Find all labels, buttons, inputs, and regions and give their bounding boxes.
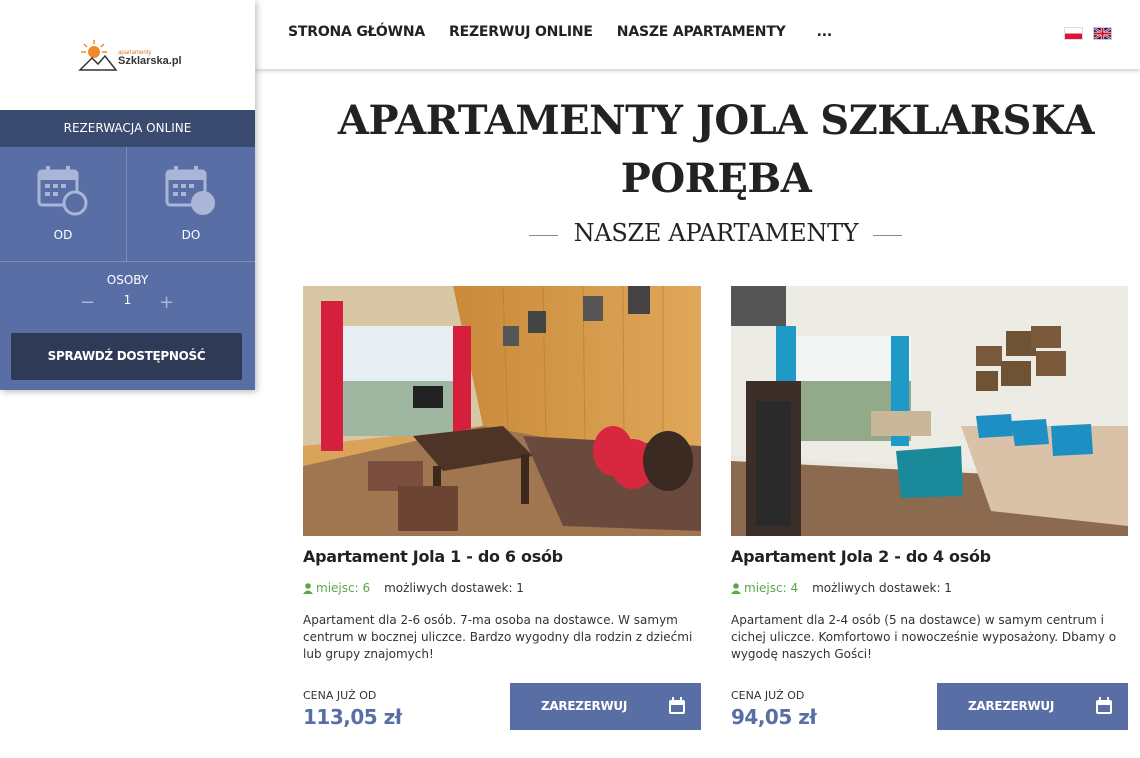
date-to-picker[interactable]: DO: [127, 147, 255, 261]
booking-header: REZERWACJA ONLINE: [0, 110, 255, 147]
reserve-button-label: ZAREZERWUJ: [541, 699, 628, 713]
places-count: miejsc: 4: [744, 581, 799, 595]
apartment-title[interactable]: Apartament Jola 1 - do 6 osób: [303, 547, 563, 566]
reserve-button-label: ZAREZERWUJ: [968, 699, 1055, 713]
calendar-icon: [669, 697, 685, 714]
persons-label: OSOBY: [106, 273, 149, 287]
check-availability-button[interactable]: SPRAWDŹ DOSTĘPNOŚĆ: [11, 333, 242, 380]
places-count: miejsc: 6: [316, 581, 371, 595]
heading-line-right: [873, 235, 902, 236]
extra-beds: możliwych dostawek: 1: [384, 581, 524, 595]
english-flag-icon[interactable]: [1093, 27, 1112, 40]
price-value: 113,05 zł: [303, 705, 402, 729]
date-from-picker[interactable]: OD: [0, 147, 127, 261]
apartment-description: Apartament dla 2-4 osób (5 na dostawce) …: [731, 613, 1117, 661]
reserve-button[interactable]: ZAREZERWUJ: [937, 683, 1128, 730]
divider: [0, 261, 255, 262]
persons-plus-button[interactable]: +: [159, 292, 174, 313]
section-heading: NASZE APARTAMENTY: [300, 219, 1132, 251]
booking-form: OD DO OSOBY − 1 + SPRAWDŹ DOSTĘPNOŚĆ: [0, 147, 255, 390]
apartment-title[interactable]: Apartament Jola 2 - do 4 osób: [731, 547, 991, 566]
language-switcher: [1064, 27, 1112, 40]
living-room-image: [731, 286, 1128, 536]
site-logo[interactable]: apartamenty Szklarska.pl: [78, 38, 182, 72]
living-room-image: [303, 286, 701, 536]
persons-stepper: − 1 +: [0, 292, 255, 313]
nav-home[interactable]: STRONA GŁÓWNA: [288, 24, 425, 40]
extra-beds: możliwych dostawek: 1: [812, 581, 952, 595]
date-to-label: DO: [181, 228, 201, 242]
main-nav: STRONA GŁÓWNA REZERWUJ ONLINE NASZE APAR…: [288, 24, 856, 40]
reserve-button[interactable]: ZAREZERWUJ: [510, 683, 701, 730]
price-label: CENA JUŻ OD: [731, 689, 805, 702]
sun-mountain-logo-icon: [78, 40, 118, 71]
apartment-card: Apartament Jola 1 - do 6 osób miejsc: 6 …: [303, 286, 701, 730]
apartment-meta: miejsc: 4 możliwych dostawek: 1: [731, 581, 952, 595]
nav-book-online[interactable]: REZERWUJ ONLINE: [449, 24, 593, 40]
section-title: NASZE APARTAMENTY: [573, 219, 859, 247]
apartment-description: Apartament dla 2-6 osób. 7-ma osoba na d…: [303, 613, 693, 661]
heading-line-left: [529, 235, 558, 236]
top-navbar: STRONA GŁÓWNA REZERWUJ ONLINE NASZE APAR…: [255, 0, 1140, 69]
price-label: CENA JUŻ OD: [303, 689, 377, 702]
person-icon: [731, 582, 741, 594]
nav-apartments[interactable]: NASZE APARTAMENTY: [617, 24, 786, 40]
apartment-card: Apartament Jola 2 - do 4 osób miejsc: 4 …: [731, 286, 1128, 730]
polish-flag-icon[interactable]: [1064, 27, 1083, 40]
person-icon: [303, 582, 313, 594]
nav-more[interactable]: ...: [817, 24, 833, 40]
date-from-label: OD: [53, 228, 73, 242]
page-title: APARTAMENTY JOLA SZKLARSKA PORĘBA: [337, 97, 1095, 202]
logo-text: Szklarska.pl: [118, 55, 182, 67]
apartment-meta: miejsc: 6 możliwych dostawek: 1: [303, 581, 524, 595]
calendar-check-icon: [165, 166, 215, 215]
apartment-photo[interactable]: [731, 286, 1128, 536]
price-value: 94,05 zł: [731, 705, 817, 729]
calendar-clock-icon: [37, 166, 88, 216]
persons-value: 1: [123, 293, 132, 307]
apartment-photo[interactable]: [303, 286, 701, 536]
calendar-icon: [1096, 697, 1112, 714]
booking-sidebar: apartamenty Szklarska.pl REZERWACJA ONLI…: [0, 0, 255, 390]
